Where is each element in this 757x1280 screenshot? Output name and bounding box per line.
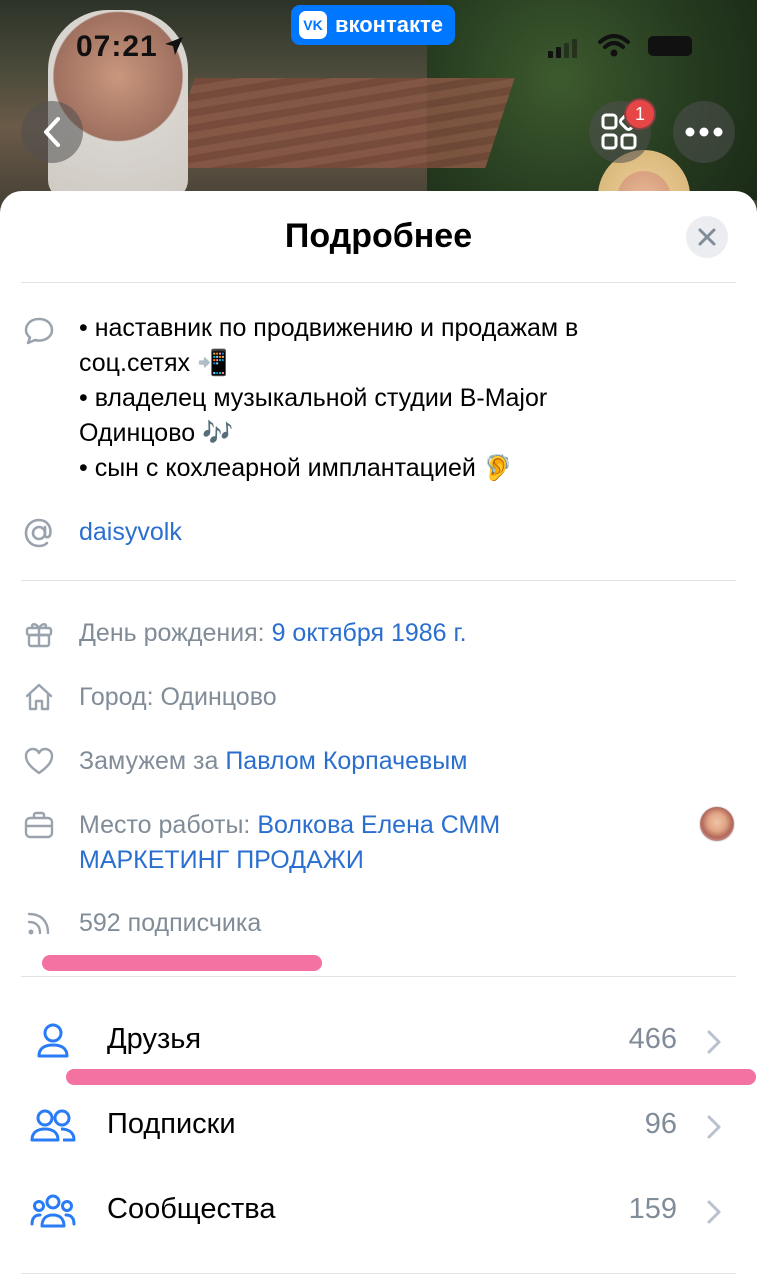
relationship-label: Замужем за <box>79 747 226 775</box>
work-label: Место работы: <box>79 811 258 839</box>
user-icon <box>30 1021 76 1061</box>
highlight-marker <box>66 1069 756 1085</box>
friends-label: Друзья <box>107 1023 202 1055</box>
home-icon <box>22 680 56 714</box>
friends-count: 466 <box>628 1023 677 1055</box>
relationship-row: Замужем за Павлом Корпачевым <box>79 744 467 779</box>
work-link-line2[interactable]: МАРКЕТИНГ ПРОДАЖИ <box>79 843 500 878</box>
work-link[interactable]: Волкова Елена СММ <box>257 811 500 839</box>
subscriptions-label: Подписки <box>107 1108 236 1140</box>
wifi-icon <box>598 34 630 57</box>
chevron-right-icon <box>707 1200 721 1224</box>
gift-icon <box>22 616 56 650</box>
heart-icon <box>22 744 56 778</box>
status-text: • наставник по продвижению и продажам в … <box>79 311 578 486</box>
cover-roof <box>165 78 515 168</box>
followers-count-text[interactable]: 592 подписчика <box>79 906 261 941</box>
users-icon <box>30 1106 76 1146</box>
communities-label: Сообщества <box>107 1193 276 1225</box>
more-button[interactable] <box>673 101 735 163</box>
work-row: Место работы: Волкова Елена СММ МАРКЕТИН… <box>79 808 500 878</box>
birthday-value-link[interactable]: 9 октября 1986 г. <box>272 619 467 647</box>
battery-icon <box>648 36 692 56</box>
rss-followers-icon <box>22 906 56 940</box>
nickname-link[interactable]: daisyvolk <box>79 515 182 550</box>
cellular-signal-icon <box>548 39 577 58</box>
chevron-left-icon <box>44 117 60 147</box>
briefcase-icon <box>22 808 56 842</box>
at-sign-icon <box>22 516 56 550</box>
city-text: Город: Одинцово <box>79 683 277 711</box>
close-button[interactable] <box>686 216 728 258</box>
status-line: Одинцово 🎶 <box>79 419 234 447</box>
status-time: 07:21 <box>76 30 158 63</box>
divider <box>21 976 736 977</box>
communities-count: 159 <box>628 1193 677 1225</box>
chevron-right-icon <box>707 1115 721 1139</box>
app-switch-label: вконтакте <box>335 12 444 37</box>
close-icon <box>698 228 716 246</box>
divider <box>21 282 736 283</box>
more-dots-icon <box>685 127 723 137</box>
vk-logo-icon: VK <box>299 11 327 39</box>
highlight-marker <box>42 955 322 971</box>
status-line: соц.сетях 📲 <box>79 349 229 377</box>
chevron-right-icon <box>707 1030 721 1054</box>
communities-icon <box>30 1191 76 1231</box>
birthday-row: День рождения: 9 октября 1986 г. <box>79 616 467 651</box>
status-line: • владелец музыкальной студии B-Major <box>79 384 548 412</box>
back-button[interactable] <box>21 101 83 163</box>
location-arrow-icon <box>165 37 183 55</box>
notification-badge: 1 <box>624 98 656 130</box>
divider <box>21 1273 736 1274</box>
birthday-label: День рождения: <box>79 619 272 647</box>
details-sheet: Подробнее • наставник по продвижению и п… <box>0 191 757 1280</box>
subscriptions-count: 96 <box>644 1108 677 1140</box>
sheet-title: Подробнее <box>284 217 473 255</box>
status-line: • наставник по продвижению и продажам в <box>79 314 579 342</box>
divider <box>21 580 736 581</box>
work-community-avatar[interactable] <box>699 806 735 842</box>
partner-link[interactable]: Павлом Корпачевым <box>225 747 467 775</box>
app-switch-badge[interactable]: VK вконтакте <box>291 5 456 45</box>
status-line: • сын с кохлеарной имплантацией 🦻 <box>79 454 514 482</box>
speech-bubble-icon <box>22 314 56 348</box>
